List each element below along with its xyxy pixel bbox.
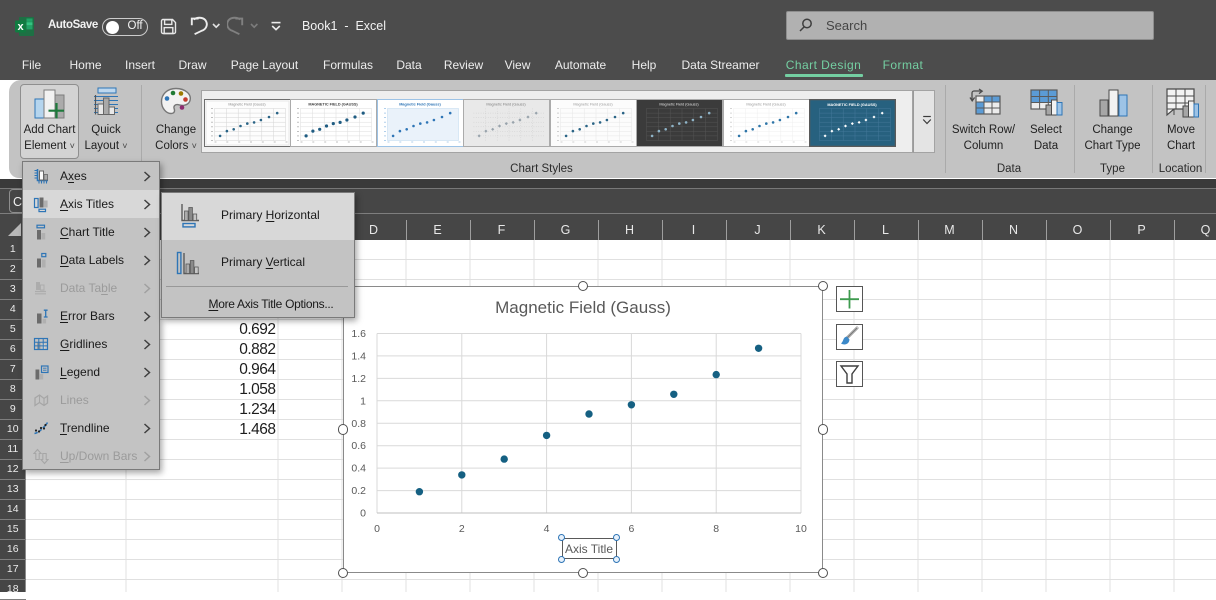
svg-text:0.8: 0.8 <box>351 418 366 430</box>
svg-text:Magnetic Field (Gauss): Magnetic Field (Gauss) <box>495 298 671 317</box>
svg-text:4: 4 <box>544 523 550 535</box>
svg-text:1.2: 1.2 <box>351 373 366 385</box>
svg-text:0: 0 <box>360 508 366 520</box>
svg-text:10: 10 <box>795 523 807 535</box>
svg-text:0.6: 0.6 <box>351 440 366 452</box>
svg-text:MAGNETIC FIELD (GAUSS): MAGNETIC FIELD (GAUSS) <box>827 103 877 107</box>
svg-text:0.2: 0.2 <box>351 485 366 497</box>
svg-text:8: 8 <box>713 523 719 535</box>
svg-text:0.4: 0.4 <box>351 463 366 475</box>
svg-text:2: 2 <box>459 523 465 535</box>
svg-text:1: 1 <box>360 395 366 407</box>
svg-text:Magnetic Field (Gauss): Magnetic Field (Gauss) <box>573 102 613 106</box>
svg-text:Magnetic Field (Gauss): Magnetic Field (Gauss) <box>659 102 699 106</box>
svg-text:MAGNETIC FIELD (GAUSS): MAGNETIC FIELD (GAUSS) <box>308 102 358 106</box>
svg-text:1.4: 1.4 <box>351 350 366 362</box>
svg-text:Magnetic Field (Gauss): Magnetic Field (Gauss) <box>228 102 265 106</box>
svg-text:Magnetic Field (Gauss): Magnetic Field (Gauss) <box>399 102 441 106</box>
svg-text:Magnetic Field (Gauss): Magnetic Field (Gauss) <box>746 102 786 106</box>
svg-text:Magnetic Field (Gauss): Magnetic Field (Gauss) <box>486 102 526 106</box>
svg-text:x: x <box>17 21 24 33</box>
svg-text:0: 0 <box>374 523 380 535</box>
svg-text:1.6: 1.6 <box>351 328 366 340</box>
svg-text:6: 6 <box>628 523 634 535</box>
